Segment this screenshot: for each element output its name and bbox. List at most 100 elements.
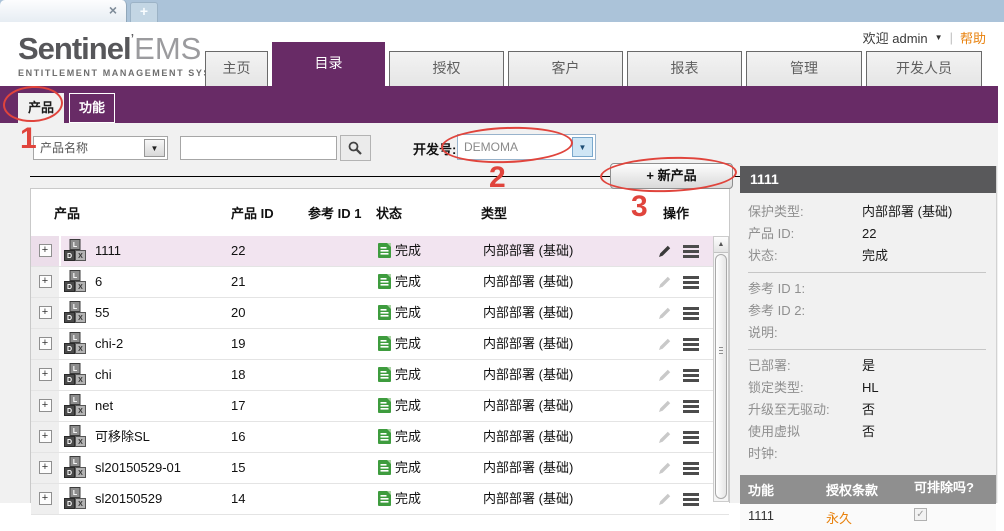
product-name[interactable]: 6 [95, 267, 102, 297]
product-type: 内部部署 (基础) [483, 298, 573, 328]
subnav-tab[interactable]: 产品 [18, 93, 64, 123]
table-row[interactable]: + L D X 可移除SL 16 完成 内部部署 (基础) [31, 422, 729, 453]
column-header-product-id[interactable]: 产品 ID [231, 203, 274, 222]
main-nav-tab[interactable]: 授权 [389, 51, 504, 86]
detail-field-value: 否 [862, 421, 875, 465]
table-scrollbar[interactable]: ▲ [713, 236, 729, 502]
search-input[interactable] [180, 136, 337, 160]
product-name[interactable]: sl20150529-01 [95, 453, 181, 483]
row-menu-icon[interactable] [683, 276, 699, 291]
main-nav-tab[interactable]: 主页 [205, 51, 268, 86]
expand-row-button[interactable]: + [39, 244, 52, 257]
subnav-tab[interactable]: 功能 [69, 93, 115, 123]
developer-id-select[interactable]: DEMOMA ▼ [457, 134, 596, 160]
developer-id-label: 开发号: [413, 139, 456, 158]
product-type: 内部部署 (基础) [483, 360, 573, 390]
search-button[interactable] [340, 135, 371, 161]
product-name[interactable]: net [95, 391, 113, 421]
column-header-status[interactable]: 状态 [376, 203, 402, 222]
table-row[interactable]: + L D X 6 21 完成 内部部署 (基础) [31, 267, 729, 298]
edit-pencil-icon[interactable] [658, 430, 672, 444]
svg-text:X: X [78, 377, 83, 384]
detail-field-label: 使用虚拟 时钟: [748, 421, 862, 465]
detail-field: 产品 ID: 22 [748, 223, 986, 245]
table-row[interactable]: + L D X chi 18 完成 内部部署 (基础) [31, 360, 729, 391]
detail-field-value: 否 [862, 399, 875, 421]
column-header-ref-id[interactable]: 参考 ID 1 [308, 203, 361, 222]
edit-pencil-icon[interactable] [658, 244, 672, 258]
edit-pencil-icon[interactable] [658, 368, 672, 382]
scrollbar-thumb[interactable] [715, 254, 727, 499]
edit-pencil-icon[interactable] [658, 275, 672, 289]
scroll-up-icon[interactable]: ▲ [714, 237, 728, 253]
main-nav-tab[interactable]: 客户 [508, 51, 623, 86]
main-nav-tab[interactable]: 管理 [746, 51, 862, 86]
edit-pencil-icon[interactable] [658, 399, 672, 413]
column-header-product[interactable]: 产品 [54, 203, 80, 222]
edit-pencil-icon[interactable] [658, 337, 672, 351]
expand-row-button[interactable]: + [39, 337, 52, 350]
table-row[interactable]: + L D X 55 20 完成 内部部署 (基础) [31, 298, 729, 329]
product-id: 15 [231, 453, 245, 483]
svg-text:L: L [73, 335, 78, 342]
svg-text:D: D [67, 284, 72, 291]
status-complete-icon [378, 243, 391, 258]
row-menu-icon[interactable] [683, 369, 699, 384]
status-label: 完成 [395, 298, 421, 328]
product-name[interactable]: 可移除SL [95, 422, 150, 452]
row-menu-icon[interactable] [683, 462, 699, 477]
table-row[interactable]: + L D X sl20150529-01 15 完成 内部部署 (基础) [31, 453, 729, 484]
expand-row-button[interactable]: + [39, 275, 52, 288]
product-id: 18 [231, 360, 245, 390]
excludable-checkbox[interactable]: ✓ [914, 508, 927, 521]
row-menu-icon[interactable] [683, 245, 699, 260]
table-row[interactable]: + L D X net 17 完成 内部部署 (基础) [31, 391, 729, 422]
product-name[interactable]: chi-2 [95, 329, 123, 359]
license-term-link[interactable]: 永久 [826, 508, 914, 527]
product-id: 14 [231, 484, 245, 514]
search-field-selector[interactable]: 产品名称 ▼ [33, 136, 168, 160]
expand-row-button[interactable]: + [39, 461, 52, 474]
product-id: 20 [231, 298, 245, 328]
chevron-down-icon[interactable]: ▼ [572, 137, 593, 157]
product-name[interactable]: 55 [95, 298, 109, 328]
detail-field-label: 说明: [748, 322, 862, 344]
column-header-type[interactable]: 类型 [481, 203, 507, 222]
edit-pencil-icon[interactable] [658, 461, 672, 475]
main-nav-tab[interactable]: 报表 [627, 51, 742, 86]
row-menu-icon[interactable] [683, 493, 699, 508]
product-name[interactable]: chi [95, 360, 112, 390]
main-nav-tab[interactable]: 开发人员 [866, 51, 982, 86]
chevron-down-icon[interactable]: ▼ [144, 139, 165, 157]
svg-text:D: D [67, 377, 72, 384]
table-row[interactable]: + L D X chi-2 19 完成 内部部署 (基础) [31, 329, 729, 360]
product-name[interactable]: sl20150529 [95, 484, 162, 514]
new-tab-button[interactable]: + [130, 2, 158, 23]
feature-row[interactable]: 1111 永久 ✓ [740, 504, 996, 531]
user-menu-caret-icon[interactable]: ▼ [935, 33, 943, 42]
browser-tab[interactable]: × [0, 0, 127, 22]
nav-tab-label: 授权 [433, 60, 461, 76]
product-name[interactable]: 1111 [95, 236, 121, 266]
detail-field-value: 完成 [862, 245, 888, 267]
expand-row-button[interactable]: + [39, 368, 52, 381]
main-nav-tab[interactable]: 目录 [272, 42, 385, 86]
edit-pencil-icon[interactable] [658, 492, 672, 506]
row-menu-icon[interactable] [683, 338, 699, 353]
expand-row-button[interactable]: + [39, 430, 52, 443]
edit-pencil-icon[interactable] [658, 306, 672, 320]
expand-row-button[interactable]: + [39, 399, 52, 412]
expand-row-button[interactable]: + [39, 492, 52, 505]
expand-row-button[interactable]: + [39, 306, 52, 319]
svg-text:X: X [78, 346, 83, 353]
table-row[interactable]: + L D X 1111 22 完成 内部部署 (基础) [31, 236, 729, 267]
subnav-bar: 产品 功能 [0, 86, 998, 123]
tab-close-icon[interactable]: × [109, 2, 117, 18]
status-label: 完成 [395, 267, 421, 297]
product-type: 内部部署 (基础) [483, 329, 573, 359]
new-product-button[interactable]: + 新产品 [610, 163, 733, 189]
row-menu-icon[interactable] [683, 400, 699, 415]
row-menu-icon[interactable] [683, 307, 699, 322]
table-row[interactable]: + L D X sl20150529 14 完成 内部部署 (基础) [31, 484, 729, 515]
row-menu-icon[interactable] [683, 431, 699, 446]
